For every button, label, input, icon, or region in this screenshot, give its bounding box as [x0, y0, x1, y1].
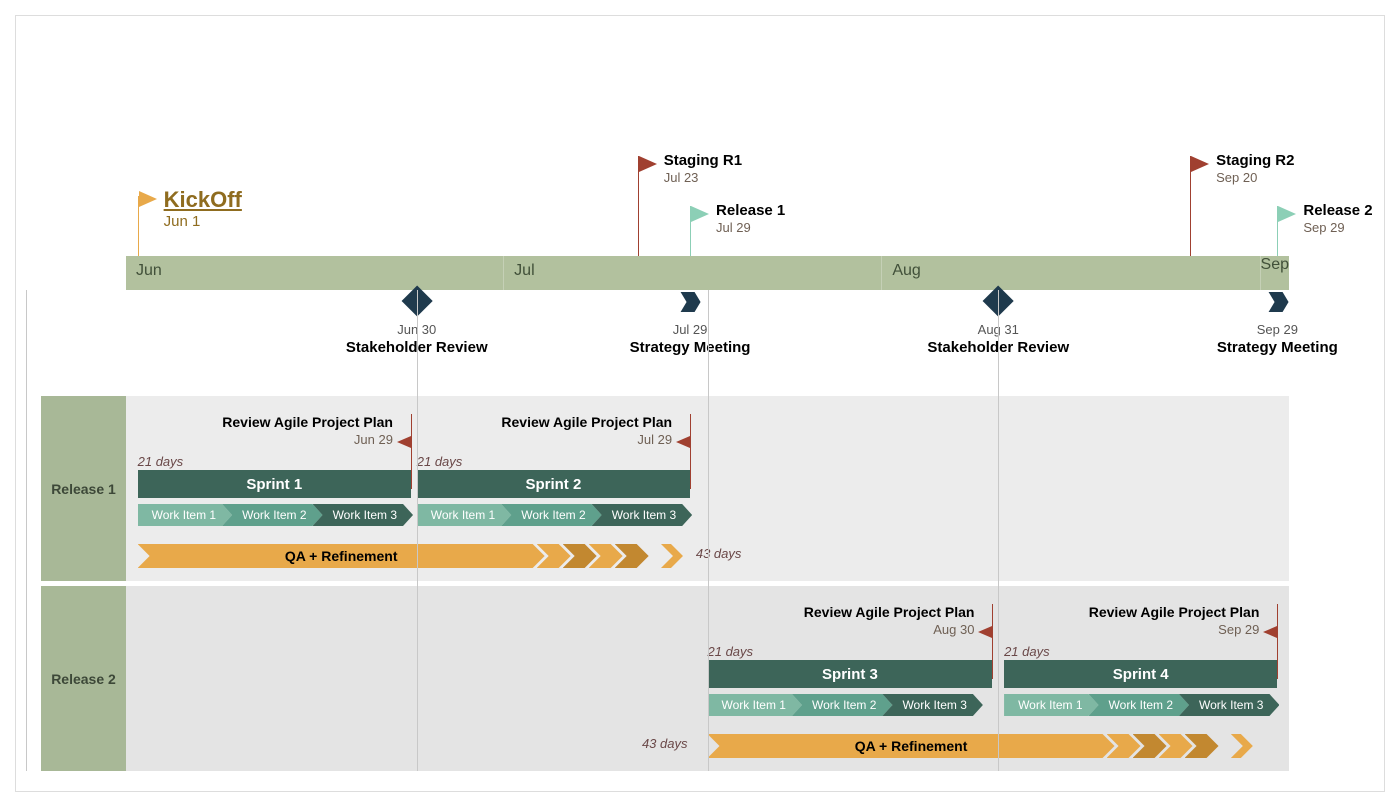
review-title: Review Agile Project Plan [1089, 604, 1278, 620]
work-item-row: Work Item 1Work Item 2Work Item 3 [138, 504, 413, 526]
qa-arrows [1115, 734, 1219, 758]
timeline-axis: JunJulAugSep [126, 256, 1289, 290]
review-date: Aug 30 [804, 622, 993, 637]
flag-date: Sep 29 [1303, 220, 1372, 236]
sprint-bar[interactable]: Sprint 3 [708, 660, 993, 688]
meeting-date: Jun 30 [346, 322, 488, 337]
flag-title: KickOff [164, 187, 242, 213]
work-item[interactable]: Work Item 2 [222, 504, 322, 526]
pennant-icon [397, 436, 411, 448]
sprint-bar[interactable]: Sprint 1 [138, 470, 411, 498]
meeting-title: Stakeholder Review [346, 339, 488, 356]
meeting-date: Aug 31 [927, 322, 1069, 337]
gridline [26, 290, 27, 771]
review-stick [992, 604, 993, 679]
lane-label: Release 1 [41, 396, 126, 581]
work-item-row: Work Item 1Work Item 2Work Item 3 [708, 694, 983, 716]
diamond-icon [401, 285, 432, 316]
qa-arrows [545, 544, 649, 568]
axis-month: Sep [1261, 256, 1289, 290]
sprint-duration: 21 days [417, 454, 463, 469]
work-item[interactable]: Work Item 1 [1004, 694, 1098, 716]
meeting-date: Sep 29 [1217, 322, 1338, 337]
meeting-sm1: Jul 29 Strategy Meeting [630, 290, 751, 356]
review-marker: Review Agile Project Plan Sep 29 [1089, 604, 1278, 637]
meeting-title: Strategy Meeting [630, 339, 751, 356]
flag-date: Jun 1 [164, 213, 242, 231]
axis-month: Aug [882, 256, 1260, 290]
work-item[interactable]: Work Item 2 [1089, 694, 1189, 716]
work-item-row: Work Item 1Work Item 2Work Item 3 [1004, 694, 1279, 716]
pennant-icon [676, 436, 690, 448]
pennant-icon [978, 626, 992, 638]
flag-icon [1191, 156, 1209, 172]
review-marker: Review Agile Project Plan Jun 29 [222, 414, 411, 447]
sprint-bar[interactable]: Sprint 2 [417, 470, 690, 498]
diamond-icon [983, 285, 1014, 316]
work-item[interactable]: Work Item 1 [708, 694, 802, 716]
flag-title: Release 1 [716, 202, 785, 220]
gantt-frame: KickOffJun 1Staging R1Jul 23Release 1Jul… [15, 15, 1385, 792]
work-item[interactable]: Work Item 1 [138, 504, 232, 526]
review-marker: Review Agile Project Plan Jul 29 [501, 414, 690, 447]
review-stick [411, 414, 412, 489]
work-item[interactable]: Work Item 2 [501, 504, 601, 526]
flag-title: Release 2 [1303, 202, 1372, 220]
sprint-bar[interactable]: Sprint 4 [1004, 660, 1277, 688]
flag-icon [691, 206, 709, 222]
flag-icon [639, 156, 657, 172]
work-item[interactable]: Work Item 3 [1179, 694, 1279, 716]
meeting-date: Jul 29 [630, 322, 751, 337]
lane: Review Agile Project PlanJun 29Review Ag… [126, 396, 1289, 581]
lane-label: Release 2 [41, 586, 126, 771]
work-item[interactable]: Work Item 1 [417, 504, 511, 526]
qa-duration: 43 days [696, 546, 742, 561]
review-stick [690, 414, 691, 489]
lane: Review Agile Project PlanAug 30Review Ag… [126, 586, 1289, 771]
review-stick [1277, 604, 1278, 679]
work-item-row: Work Item 1Work Item 2Work Item 3 [417, 504, 692, 526]
sprint-duration: 21 days [1004, 644, 1050, 659]
review-title: Review Agile Project Plan [501, 414, 690, 430]
milestones-area: KickOffJun 1 Staging R1Jul 23 Release 1Jul… [126, 26, 1289, 256]
arrow-icon [679, 290, 701, 312]
flag-date: Jul 23 [664, 170, 742, 186]
flag-date: Sep 20 [1216, 170, 1294, 186]
work-item[interactable]: Work Item 3 [313, 504, 413, 526]
axis-month: Jul [504, 256, 882, 290]
flag-title: Staging R1 [664, 152, 742, 170]
meeting-sm2: Sep 29 Strategy Meeting [1217, 290, 1338, 356]
meeting-title: Strategy Meeting [1217, 339, 1338, 356]
arrow-icon [1266, 290, 1288, 312]
qa-bar[interactable]: QA + Refinement [138, 544, 545, 568]
flag-title: Staging R2 [1216, 152, 1294, 170]
flag-icon [1278, 206, 1296, 222]
meeting-sr1: Jun 30 Stakeholder Review [346, 290, 488, 356]
meeting-title: Stakeholder Review [927, 339, 1069, 356]
review-title: Review Agile Project Plan [222, 414, 411, 430]
meeting-sr2: Aug 31 Stakeholder Review [927, 290, 1069, 356]
review-date: Jun 29 [222, 432, 411, 447]
review-marker: Review Agile Project Plan Aug 30 [804, 604, 993, 637]
pennant-icon [1263, 626, 1277, 638]
flag-date: Jul 29 [716, 220, 785, 236]
chevron-icon [1231, 734, 1253, 758]
qa-duration: 43 days [642, 736, 698, 751]
sprint-duration: 21 days [708, 644, 754, 659]
axis-month: Jun [126, 256, 504, 290]
work-item[interactable]: Work Item 3 [882, 694, 982, 716]
meetings-area: Jun 30 Stakeholder Review Jul 29 Strategy M… [126, 290, 1289, 380]
review-date: Sep 29 [1089, 622, 1278, 637]
work-item[interactable]: Work Item 3 [592, 504, 692, 526]
flag-icon [139, 191, 157, 207]
review-date: Jul 29 [501, 432, 690, 447]
work-item[interactable]: Work Item 2 [792, 694, 892, 716]
chevron-icon [661, 544, 683, 568]
sprint-duration: 21 days [138, 454, 184, 469]
review-title: Review Agile Project Plan [804, 604, 993, 620]
qa-bar[interactable]: QA + Refinement [708, 734, 1115, 758]
gantt-chart: KickOffJun 1Staging R1Jul 23Release 1Jul… [26, 26, 1374, 776]
